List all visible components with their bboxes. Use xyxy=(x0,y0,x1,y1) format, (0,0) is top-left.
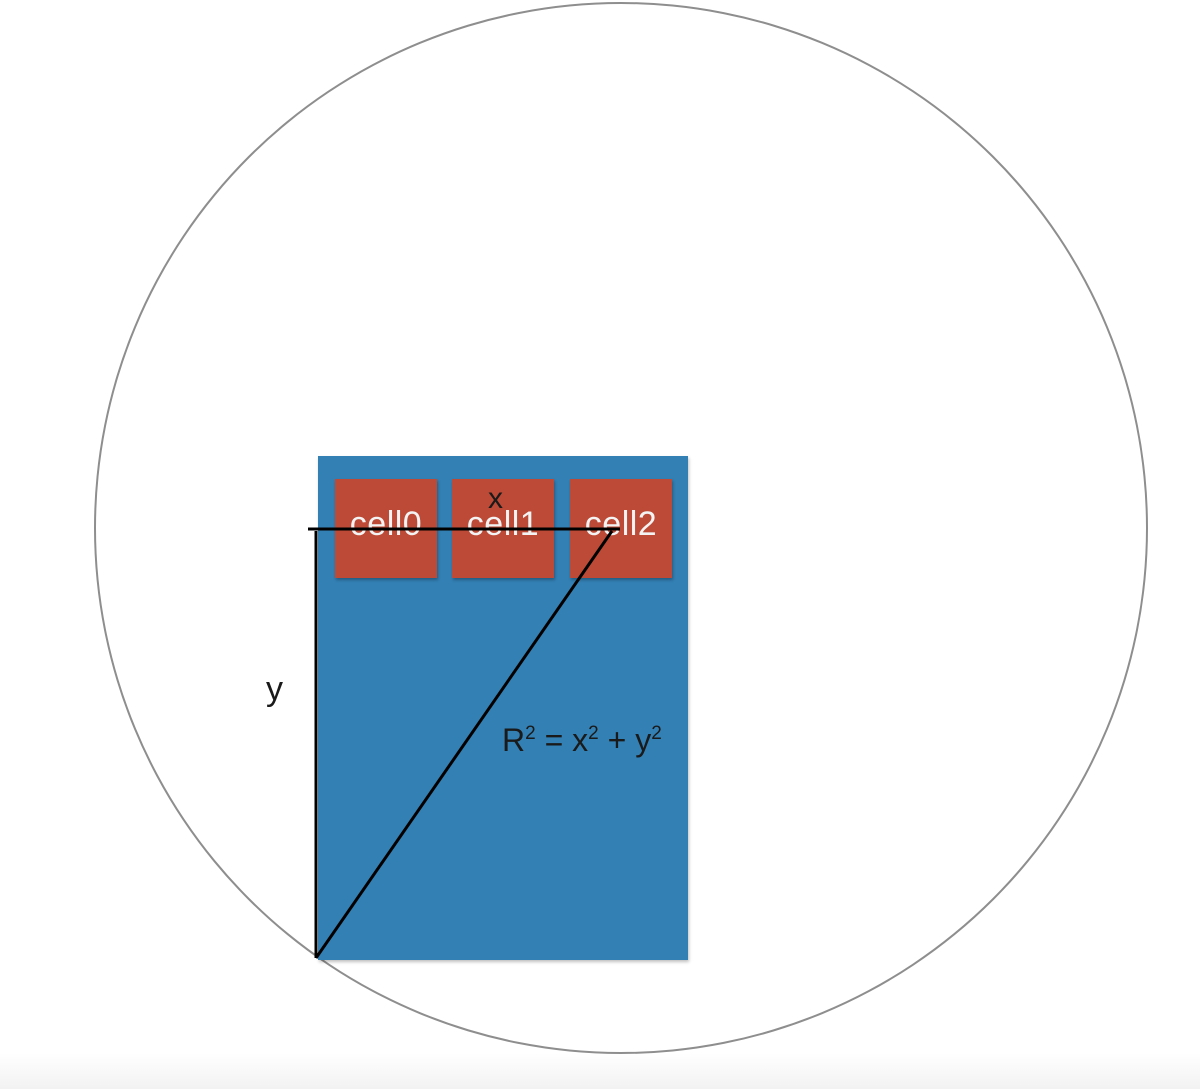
formula-x-exponent: 2 xyxy=(588,723,599,744)
formula-r: R xyxy=(502,722,526,758)
formula-r-exponent: 2 xyxy=(525,723,536,744)
geometry-lines xyxy=(308,527,620,959)
formula-plus-y: + y xyxy=(598,722,652,758)
diagram-canvas: cell0 cell1 cell2 x y R2 = x2 + y2 xyxy=(0,0,1200,1089)
formula-y-exponent: 2 xyxy=(651,723,662,744)
y-label: y xyxy=(266,670,283,708)
x-label: x xyxy=(488,482,503,515)
bottom-fade xyxy=(0,1053,1200,1089)
pythagorean-formula: R2 = x2 + y2 xyxy=(502,722,662,759)
formula-equals-x: = x xyxy=(535,722,589,758)
